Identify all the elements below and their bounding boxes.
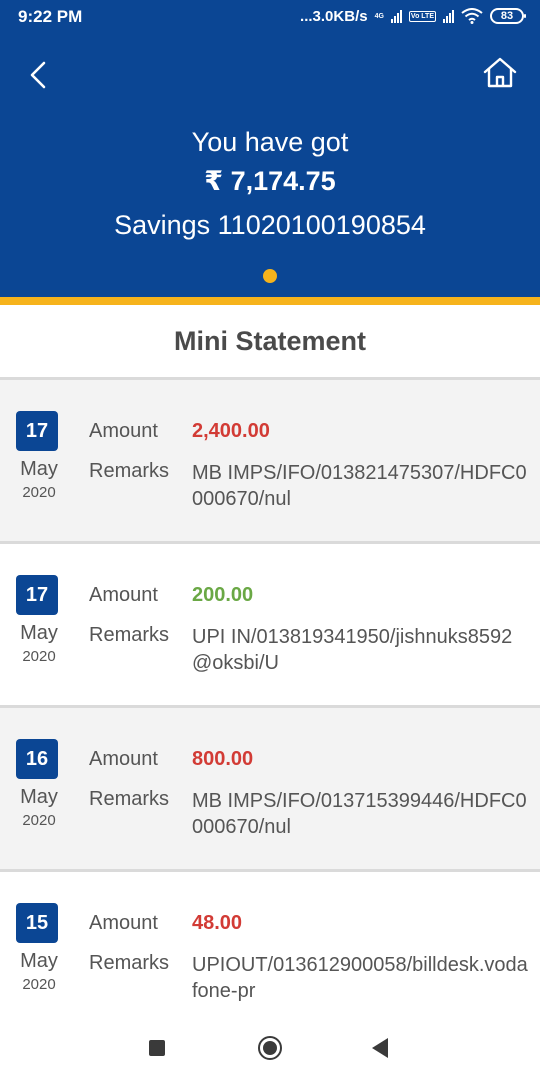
account-number: Savings 11020100190854 — [114, 210, 426, 240]
network-4g-label: 4G — [374, 12, 384, 20]
remarks-label: Remarks — [89, 624, 170, 646]
signal-icon-2 — [443, 9, 454, 23]
date-month: May — [20, 458, 58, 480]
remarks-label: Remarks — [89, 952, 170, 974]
circle-icon[interactable] — [258, 1036, 282, 1060]
remarks-value: MB IMPS/IFO/013821475307/HDFC0000670/nul — [192, 462, 527, 510]
status-time: 9:22 PM — [18, 7, 83, 26]
battery-icon: 83 — [490, 8, 526, 24]
home-icon — [483, 57, 517, 88]
date-day-badge: 15 — [16, 903, 58, 943]
back-button[interactable] — [22, 55, 54, 95]
transaction-row: 16 May 2020 Amount 800.00 Remarks MB IMP… — [0, 705, 540, 869]
remarks-value: UPIOUT/013612900058/billdesk.vodafone-pr — [192, 954, 528, 1002]
date-year: 2020 — [22, 484, 56, 501]
triangle-left-icon[interactable] — [372, 1038, 388, 1058]
amount-value: 800.00 — [192, 748, 254, 770]
data-speed: ...3.0KB/s — [300, 7, 368, 25]
system-nav-bar — [0, 1016, 540, 1080]
transaction-row: 17 May 2020 Amount 200.00 Remarks UPI IN… — [0, 541, 540, 705]
wifi-icon — [461, 8, 483, 24]
amount-label: Amount — [89, 420, 158, 442]
transaction-row: 17 May 2020 Amount 2,400.00 Remarks MB I… — [0, 377, 540, 541]
mini-statement-title: Mini Statement — [0, 305, 540, 377]
date-year: 2020 — [22, 812, 56, 829]
accent-stripe — [0, 297, 540, 305]
status-bar: 9:22 PM ...3.0KB/s 4G Vo LTE 83 — [0, 0, 540, 33]
date-month: May — [20, 622, 58, 644]
status-icons: ...3.0KB/s 4G Vo LTE 83 — [300, 5, 526, 27]
greeting-text: You have got — [191, 127, 349, 157]
home-button[interactable] — [482, 55, 518, 91]
chevron-left-icon — [30, 61, 46, 89]
account-balance: ₹ 7,174.75 — [204, 166, 336, 196]
date-day-badge: 16 — [16, 739, 58, 779]
volte-label: Vo LTE — [408, 10, 436, 22]
date-day-badge: 17 — [16, 411, 58, 451]
amount-value: 48.00 — [192, 912, 243, 934]
balance-header: You have got ₹ 7,174.75 Savings 11020100… — [0, 33, 540, 298]
signal-icon — [390, 9, 402, 23]
amount-value: 200.00 — [192, 584, 254, 606]
date-year: 2020 — [22, 648, 56, 665]
remarks-value: UPI IN/013819341950/jishnuks8592@oksbi/U — [192, 626, 513, 674]
amount-label: Amount — [89, 748, 158, 770]
remarks-label: Remarks — [89, 460, 170, 482]
date-year: 2020 — [22, 976, 56, 993]
transaction-row: 15 May 2020 Amount 48.00 Remarks UPIOUT/… — [0, 869, 540, 1033]
remarks-value: MB IMPS/IFO/013715399446/HDFC0000670/nul — [192, 790, 527, 838]
amount-label: Amount — [89, 912, 158, 934]
date-month: May — [20, 786, 58, 808]
square-icon[interactable] — [149, 1040, 165, 1056]
page-indicator-dot — [263, 269, 277, 283]
date-day-badge: 17 — [16, 575, 58, 615]
amount-value: 2,400.00 — [192, 420, 270, 442]
remarks-label: Remarks — [89, 788, 170, 810]
transaction-list: 17 May 2020 Amount 2,400.00 Remarks MB I… — [0, 377, 540, 1033]
amount-label: Amount — [89, 584, 158, 606]
date-month: May — [20, 950, 58, 972]
